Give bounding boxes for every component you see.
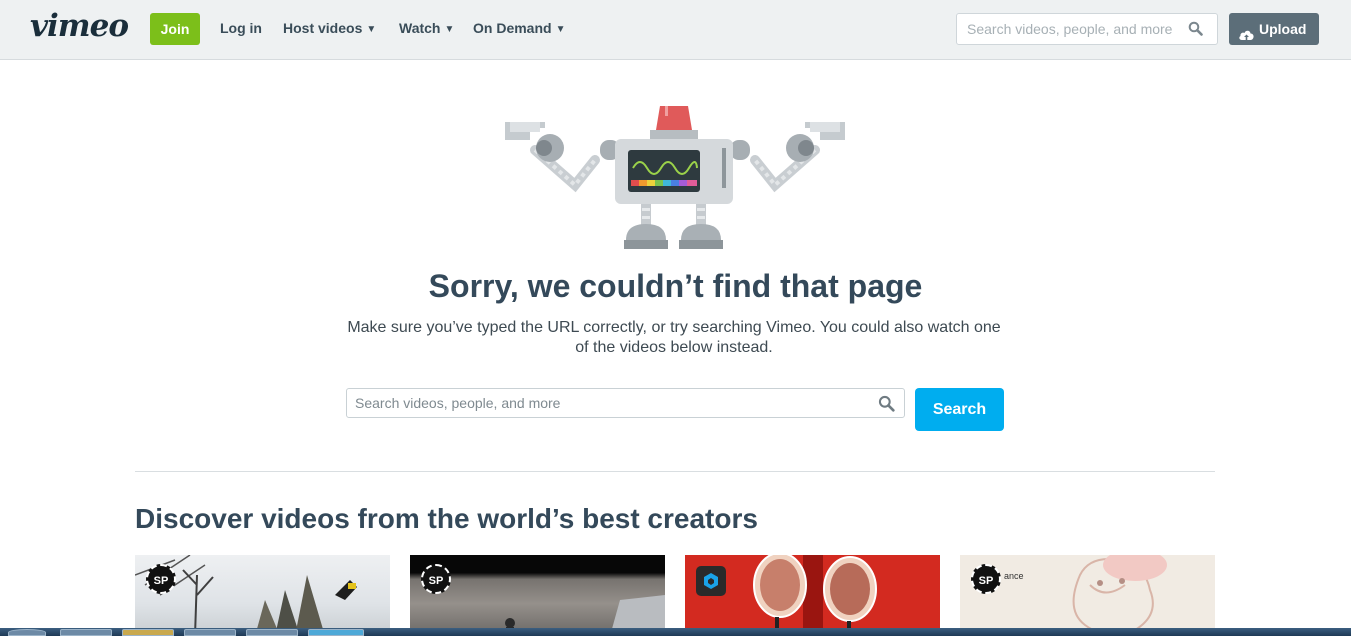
- video-thumbnail-2[interactable]: SP: [410, 555, 665, 636]
- start-button[interactable]: [8, 629, 46, 636]
- page-search-box: [346, 388, 905, 418]
- discover-heading: Discover videos from the world’s best cr…: [135, 503, 758, 534]
- nav-on-demand-label: On Demand: [473, 20, 552, 36]
- video-thumbnail-4[interactable]: SP ance: [960, 555, 1215, 636]
- top-navigation-bar: vimeo Join Log in Host videos ▼ Watch ▼ On…: [0, 0, 1351, 60]
- join-button[interactable]: Join: [150, 13, 200, 45]
- nav-on-demand[interactable]: On Demand ▼: [473, 20, 565, 36]
- illustration-scene-image: [1072, 555, 1167, 635]
- video-thumbnail-1[interactable]: SP: [135, 555, 390, 636]
- error-message-line-1: Make sure you’ve typed the URL correctly…: [347, 319, 1001, 336]
- nav-host-videos-label: Host videos: [283, 20, 363, 36]
- search-icon[interactable]: [1188, 21, 1203, 41]
- error-title: Sorry, we couldn’t find that page: [428, 268, 923, 304]
- video-thumbnail-3[interactable]: [685, 555, 940, 636]
- laurel-text: ance: [1004, 571, 1024, 581]
- cloud-upload-icon: [1238, 21, 1255, 53]
- header-search-input[interactable]: [957, 14, 1177, 44]
- section-divider: [135, 471, 1215, 472]
- header-search-box: [956, 13, 1218, 45]
- login-link[interactable]: Log in: [220, 20, 262, 36]
- sp-badge: SP: [146, 564, 176, 594]
- upload-button[interactable]: Upload: [1229, 13, 1319, 45]
- upload-button-label: Upload: [1259, 21, 1307, 37]
- cube-icon: [704, 573, 718, 589]
- error-message: Make sure you’ve typed the URL correctly…: [340, 318, 1008, 358]
- taskbar-app-button[interactable]: [246, 629, 298, 636]
- vimeo-logo[interactable]: vimeo: [30, 8, 129, 44]
- taskbar-app-button[interactable]: [308, 629, 364, 636]
- page-search-input[interactable]: [347, 389, 857, 417]
- broken-robot-illustration: [505, 106, 845, 249]
- error-message-line-2: of the videos below instead.: [575, 339, 773, 356]
- nav-host-videos[interactable]: Host videos ▼: [283, 20, 376, 36]
- snowboard-scene-image: [135, 555, 357, 636]
- skater-scene-image: [505, 595, 665, 636]
- sp-badge: SP: [971, 564, 1001, 594]
- taskbar-app-button[interactable]: [60, 629, 112, 636]
- chevron-down-icon: ▼: [366, 24, 377, 35]
- taskbar-app-button[interactable]: [184, 629, 236, 636]
- sp-badge: SP: [421, 564, 451, 594]
- taskbar-app-button[interactable]: [122, 629, 174, 636]
- nav-watch-label: Watch: [399, 20, 441, 36]
- chevron-down-icon: ▼: [444, 24, 455, 35]
- chevron-down-icon: ▼: [555, 24, 566, 35]
- search-icon[interactable]: [878, 395, 895, 417]
- search-button[interactable]: Search: [915, 388, 1004, 431]
- staff-pick-square-badge: [696, 566, 726, 596]
- nav-watch[interactable]: Watch ▼: [399, 20, 454, 36]
